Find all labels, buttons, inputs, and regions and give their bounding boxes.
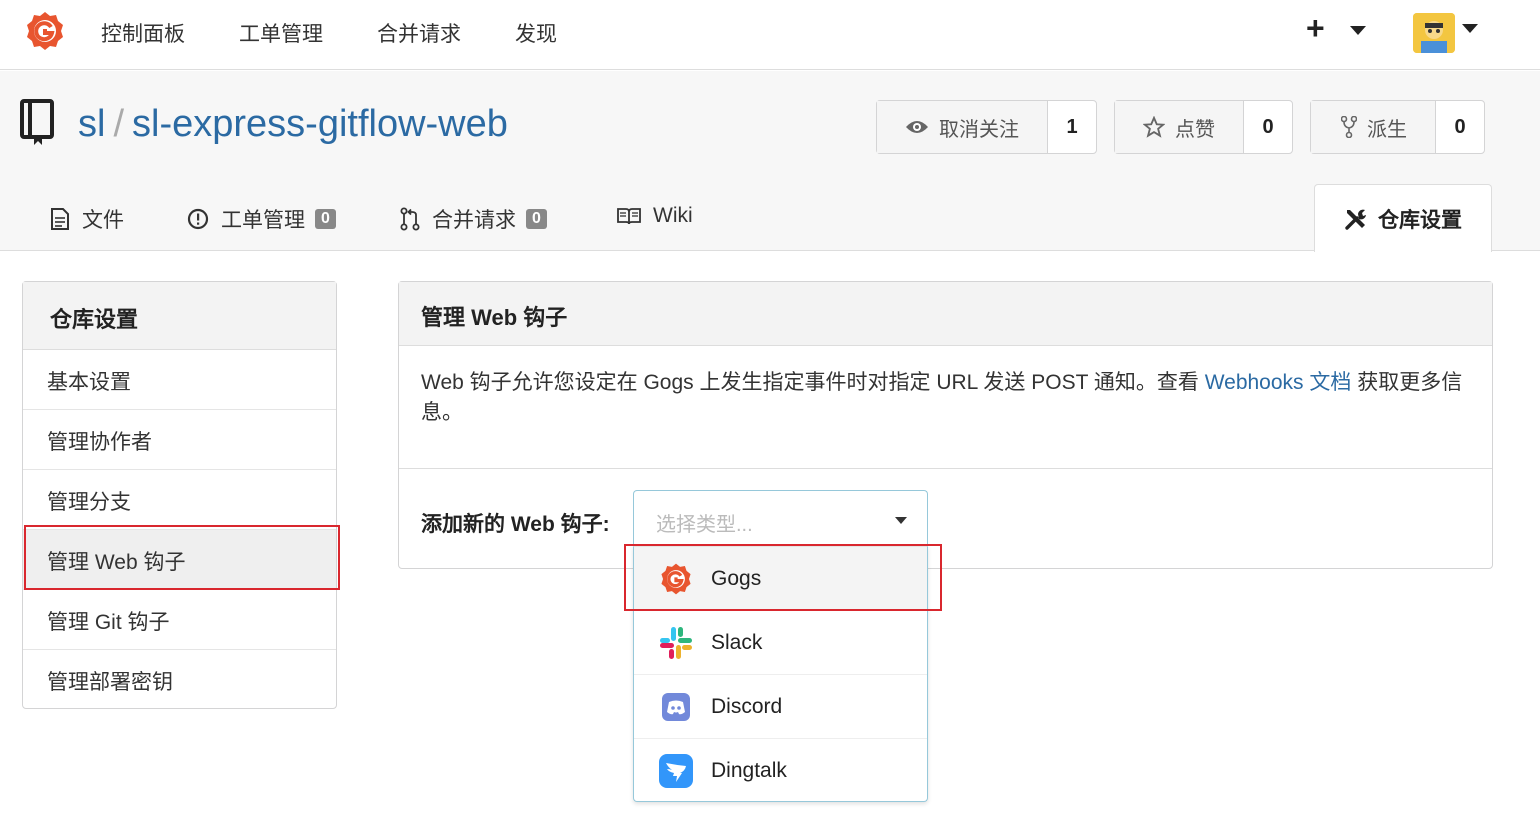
description-text: Web 钩子允许您设定在 Gogs 上发生指定事件时对指定 URL 发送 POS… bbox=[421, 371, 1205, 394]
select-placeholder: 选择类型... bbox=[656, 514, 753, 536]
panel-description: Web 钩子允许您设定在 Gogs 上发生指定事件时对指定 URL 发送 POS… bbox=[399, 346, 1492, 469]
webhook-option-slack[interactable]: Slack bbox=[634, 611, 927, 675]
repo-book-icon bbox=[20, 99, 54, 145]
webhooks-panel: 管理 Web 钩子 Web 钩子允许您设定在 Gogs 上发生指定事件时对指定 … bbox=[398, 281, 1493, 569]
dropdown-caret-icon bbox=[895, 517, 907, 524]
panel-title: 管理 Web 钩子 bbox=[399, 282, 1492, 346]
settings-sidebar: 仓库设置 基本设置 管理协作者 管理分支 管理 Web 钩子 管理 Git 钩子… bbox=[22, 281, 337, 709]
tab-wiki[interactable]: Wiki bbox=[617, 204, 693, 228]
watch-button-group: 取消关注 1 bbox=[876, 100, 1097, 154]
repo-owner-link[interactable]: sl bbox=[78, 103, 105, 145]
user-menu-chevron-down-icon[interactable] bbox=[1462, 24, 1478, 33]
file-text-icon bbox=[51, 208, 69, 230]
tab-pull-requests[interactable]: 合并请求 0 bbox=[400, 204, 547, 234]
nav-issues[interactable]: 工单管理 bbox=[239, 18, 323, 48]
tab-pulls-label: 合并请求 bbox=[432, 209, 516, 232]
tab-files[interactable]: 文件 bbox=[50, 204, 124, 234]
top-navbar: 控制面板 工单管理 合并请求 发现 + bbox=[0, 0, 1540, 70]
star-count[interactable]: 0 bbox=[1244, 101, 1292, 153]
option-label: Slack bbox=[711, 630, 763, 654]
option-label: Dingtalk bbox=[711, 759, 787, 782]
fork-button[interactable]: 派生 bbox=[1311, 101, 1436, 153]
webhook-type-select[interactable]: 选择类型... bbox=[633, 490, 928, 548]
tab-settings-label: 仓库设置 bbox=[1378, 208, 1462, 232]
star-button-group: 点赞 0 bbox=[1114, 100, 1293, 154]
repo-name-link[interactable]: sl-express-gitflow-web bbox=[132, 103, 508, 145]
fork-label: 派生 bbox=[1367, 118, 1407, 141]
tools-icon bbox=[1345, 209, 1366, 230]
fork-button-group: 派生 0 bbox=[1310, 100, 1485, 154]
sidebar-item-branches[interactable]: 管理分支 bbox=[23, 470, 336, 530]
tab-wiki-label: Wiki bbox=[653, 204, 693, 227]
repo-title: sl / sl-express-gitflow-web bbox=[78, 103, 508, 146]
sidebar-item-collaborators[interactable]: 管理协作者 bbox=[23, 410, 336, 470]
issue-opened-icon bbox=[187, 208, 209, 230]
eye-icon bbox=[906, 121, 928, 133]
sidebar-item-deploy-keys[interactable]: 管理部署密钥 bbox=[23, 650, 336, 710]
book-icon bbox=[617, 208, 641, 225]
discord-icon bbox=[658, 689, 694, 725]
webhook-option-discord[interactable]: Discord bbox=[634, 675, 927, 739]
create-new-icon[interactable]: + bbox=[1306, 10, 1325, 47]
sidebar-item-options[interactable]: 基本设置 bbox=[23, 350, 336, 410]
sidebar-item-git-hooks[interactable]: 管理 Git 钩子 bbox=[23, 590, 336, 650]
gogs-option-highlight-box bbox=[624, 544, 942, 611]
option-label: Discord bbox=[711, 694, 783, 718]
repo-title-separator: / bbox=[113, 103, 125, 145]
fork-icon bbox=[1341, 116, 1357, 138]
user-avatar[interactable] bbox=[1413, 13, 1455, 53]
tab-files-label: 文件 bbox=[82, 209, 124, 232]
tab-settings[interactable]: 仓库设置 bbox=[1314, 184, 1492, 252]
fork-count[interactable]: 0 bbox=[1436, 101, 1484, 153]
tab-issues[interactable]: 工单管理 0 bbox=[187, 204, 336, 234]
star-icon bbox=[1143, 116, 1165, 138]
repo-header: sl / sl-express-gitflow-web 取消关注 1 点赞 0 派生… bbox=[0, 71, 1540, 252]
slack-icon bbox=[658, 625, 694, 661]
pulls-count-badge: 0 bbox=[526, 209, 547, 229]
issues-count-badge: 0 bbox=[315, 209, 336, 229]
star-button[interactable]: 点赞 bbox=[1115, 101, 1244, 153]
git-pull-request-icon bbox=[400, 207, 420, 231]
unwatch-label: 取消关注 bbox=[939, 118, 1019, 141]
sidebar-title: 仓库设置 bbox=[23, 282, 336, 350]
webhook-option-dingtalk[interactable]: Dingtalk bbox=[634, 739, 927, 803]
webhooks-docs-link[interactable]: Webhooks 文档 bbox=[1205, 371, 1352, 394]
star-label: 点赞 bbox=[1175, 118, 1215, 141]
tab-issues-label: 工单管理 bbox=[221, 209, 305, 232]
nav-pulls[interactable]: 合并请求 bbox=[377, 18, 461, 48]
webhooks-highlight-box bbox=[24, 525, 340, 590]
watch-count[interactable]: 1 bbox=[1048, 101, 1096, 153]
dingtalk-icon bbox=[658, 753, 694, 789]
unwatch-button[interactable]: 取消关注 bbox=[877, 101, 1048, 153]
create-menu-chevron-down-icon[interactable] bbox=[1350, 26, 1366, 35]
add-webhook-label: 添加新的 Web 钩子: bbox=[421, 513, 610, 536]
nav-explore[interactable]: 发现 bbox=[515, 18, 557, 48]
nav-dashboard[interactable]: 控制面板 bbox=[101, 18, 185, 48]
gogs-logo-icon[interactable] bbox=[24, 10, 66, 52]
